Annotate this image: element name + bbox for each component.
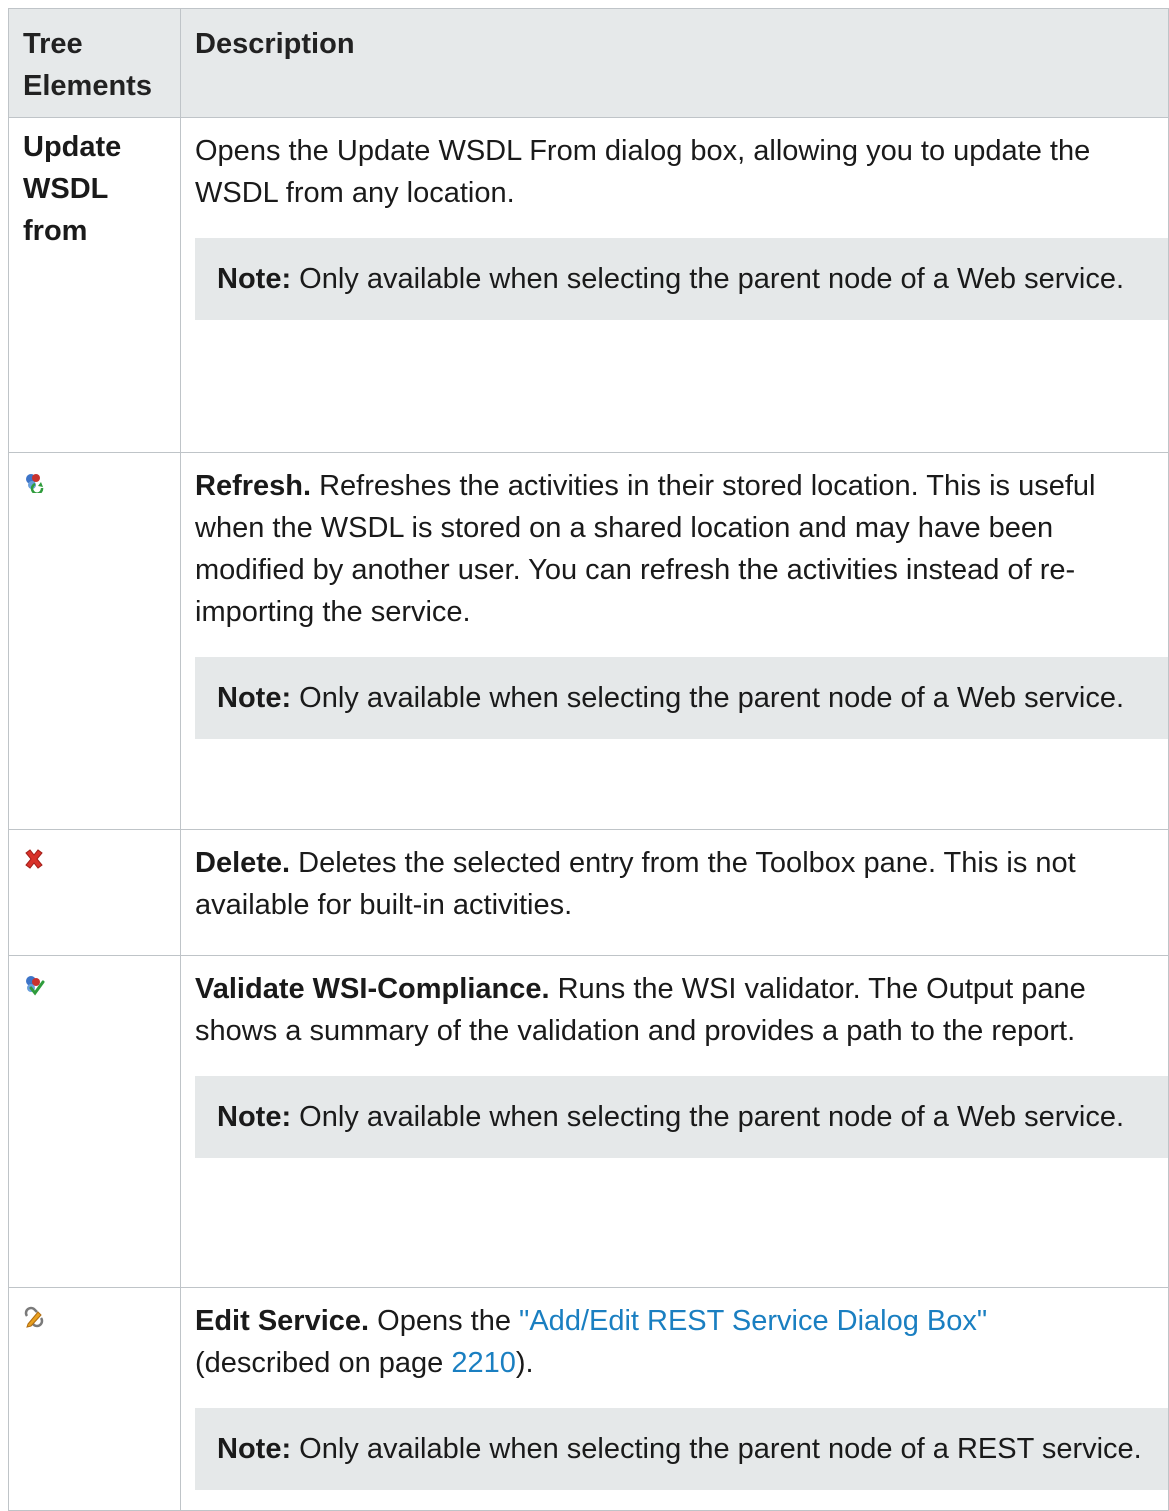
- element-description: Validate WSI-Compliance. Runs the WSI va…: [180, 955, 1169, 1288]
- element-icon-cell: [8, 955, 181, 1288]
- table-row: Edit Service. Opens the "Add/Edit REST S…: [8, 1287, 1169, 1511]
- delete-icon: [23, 848, 45, 870]
- element-name: Update WSDL from: [8, 117, 181, 453]
- element-icon-cell: [8, 452, 181, 830]
- element-text-after: ).: [515, 1347, 534, 1379]
- element-description: Refresh. Refreshes the activities in the…: [180, 452, 1169, 830]
- table-row: Refresh. Refreshes the activities in the…: [8, 452, 1169, 830]
- note-label: Note:: [217, 682, 292, 714]
- note-box: Note: Only available when selecting the …: [195, 238, 1168, 320]
- validate-icon: [23, 974, 45, 996]
- table-row: Validate WSI-Compliance. Runs the WSI va…: [8, 955, 1169, 1288]
- element-title: Refresh.: [195, 470, 312, 502]
- description-text: Refresh. Refreshes the activities in the…: [195, 465, 1168, 633]
- element-text: Deletes the selected entry from the Tool…: [195, 847, 1076, 921]
- edit-service-icon: [23, 1306, 45, 1328]
- note-text: Only available when selecting the parent…: [299, 1433, 1142, 1465]
- table-row: Delete. Deletes the selected entry from …: [8, 829, 1169, 956]
- element-title: Validate WSI-Compliance.: [195, 973, 550, 1005]
- table-row: Update WSDL from Opens the Update WSDL F…: [8, 117, 1169, 453]
- table-header-row: Tree Elements Description: [8, 8, 1169, 118]
- element-title: Delete.: [195, 847, 291, 879]
- note-label: Note:: [217, 263, 292, 295]
- element-icon-cell: [8, 829, 181, 956]
- note-label: Note:: [217, 1101, 292, 1133]
- header-tree-elements: Tree Elements: [8, 8, 181, 118]
- note-label: Note:: [217, 1433, 292, 1465]
- note-text: Only available when selecting the parent…: [299, 1101, 1125, 1133]
- description-text: Validate WSI-Compliance. Runs the WSI va…: [195, 968, 1168, 1052]
- refresh-icon: [23, 471, 45, 493]
- note-box: Note: Only available when selecting the …: [195, 657, 1168, 739]
- element-description: Edit Service. Opens the "Add/Edit REST S…: [180, 1287, 1169, 1511]
- element-text-before: Opens the: [377, 1305, 511, 1337]
- element-text-middle: (described on page: [195, 1347, 444, 1379]
- element-text: Refreshes the activities in their stored…: [195, 470, 1096, 628]
- header-description: Description: [180, 8, 1169, 118]
- description-text: Delete. Deletes the selected entry from …: [195, 842, 1168, 926]
- note-text: Only available when selecting the parent…: [299, 682, 1125, 714]
- tree-elements-table: Tree Elements Description Update WSDL fr…: [8, 8, 1169, 1511]
- description-text: Edit Service. Opens the "Add/Edit REST S…: [195, 1300, 1168, 1384]
- element-description: Opens the Update WSDL From dialog box, a…: [180, 117, 1169, 453]
- note-box: Note: Only available when selecting the …: [195, 1076, 1168, 1158]
- add-edit-rest-service-link[interactable]: "Add/Edit REST Service Dialog Box": [519, 1305, 987, 1337]
- element-description: Delete. Deletes the selected entry from …: [180, 829, 1169, 956]
- note-box: Note: Only available when selecting the …: [195, 1408, 1168, 1490]
- element-icon-cell: [8, 1287, 181, 1511]
- element-title: Edit Service.: [195, 1305, 370, 1337]
- page-link[interactable]: 2210: [451, 1347, 516, 1379]
- note-text: Only available when selecting the parent…: [299, 263, 1125, 295]
- description-text: Opens the Update WSDL From dialog box, a…: [195, 135, 1091, 209]
